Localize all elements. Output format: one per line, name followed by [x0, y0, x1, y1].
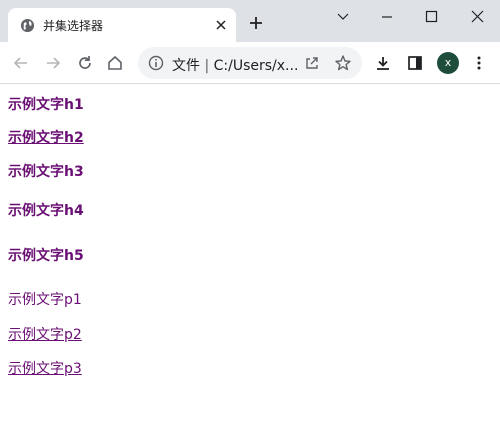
avatar[interactable]: x: [437, 52, 459, 74]
scheme-label: 文件: [172, 58, 200, 74]
heading-h1: 示例文字h1: [8, 97, 84, 113]
reload-icon[interactable]: [76, 54, 94, 72]
star-icon[interactable]: [334, 54, 352, 72]
heading-h2-link[interactable]: 示例文字h2: [8, 127, 84, 147]
address-bar[interactable]: 文件 | C:/Users/x...: [138, 47, 362, 79]
heading-h3: 示例文字h3: [8, 164, 84, 180]
download-icon[interactable]: [374, 54, 392, 72]
more-vert-icon[interactable]: [470, 54, 488, 72]
heading-h4: 示例文字h4: [8, 203, 84, 219]
back-arrow-icon[interactable]: [12, 54, 30, 72]
browser-titlebar: 并集选择器: [0, 0, 500, 42]
share-icon[interactable]: [304, 55, 320, 71]
minimize-icon[interactable]: [364, 6, 410, 28]
paragraph-p2-link[interactable]: 示例文字p2: [8, 324, 82, 344]
maximize-icon[interactable]: [408, 6, 454, 28]
side-panel-icon[interactable]: [406, 54, 424, 72]
url-value: C:/Users/x...: [213, 58, 299, 74]
paragraph-p1: 示例文字p1: [8, 292, 82, 308]
paragraph-p3-link[interactable]: 示例文字p3: [8, 358, 82, 378]
info-icon[interactable]: [148, 55, 164, 71]
chevron-down-icon[interactable]: [320, 6, 366, 28]
browser-tab[interactable]: 并集选择器: [8, 8, 236, 42]
close-icon[interactable]: [214, 18, 228, 32]
forward-arrow-icon[interactable]: [44, 54, 62, 72]
close-window-icon[interactable]: [454, 6, 500, 28]
globe-icon: [20, 18, 35, 33]
plus-icon[interactable]: [248, 15, 264, 31]
tab-title: 并集选择器: [43, 19, 104, 33]
url-text[interactable]: 文件 | C:/Users/x...: [172, 55, 298, 75]
heading-h5: 示例文字h5: [8, 248, 84, 264]
home-icon[interactable]: [106, 54, 124, 72]
browser-toolbar: 文件 | C:/Users/x... x: [0, 42, 500, 84]
page-content: 示例文字h1 示例文字h2 示例文字h3 示例文字h4 示例文字h5 示例文字p…: [0, 85, 500, 428]
